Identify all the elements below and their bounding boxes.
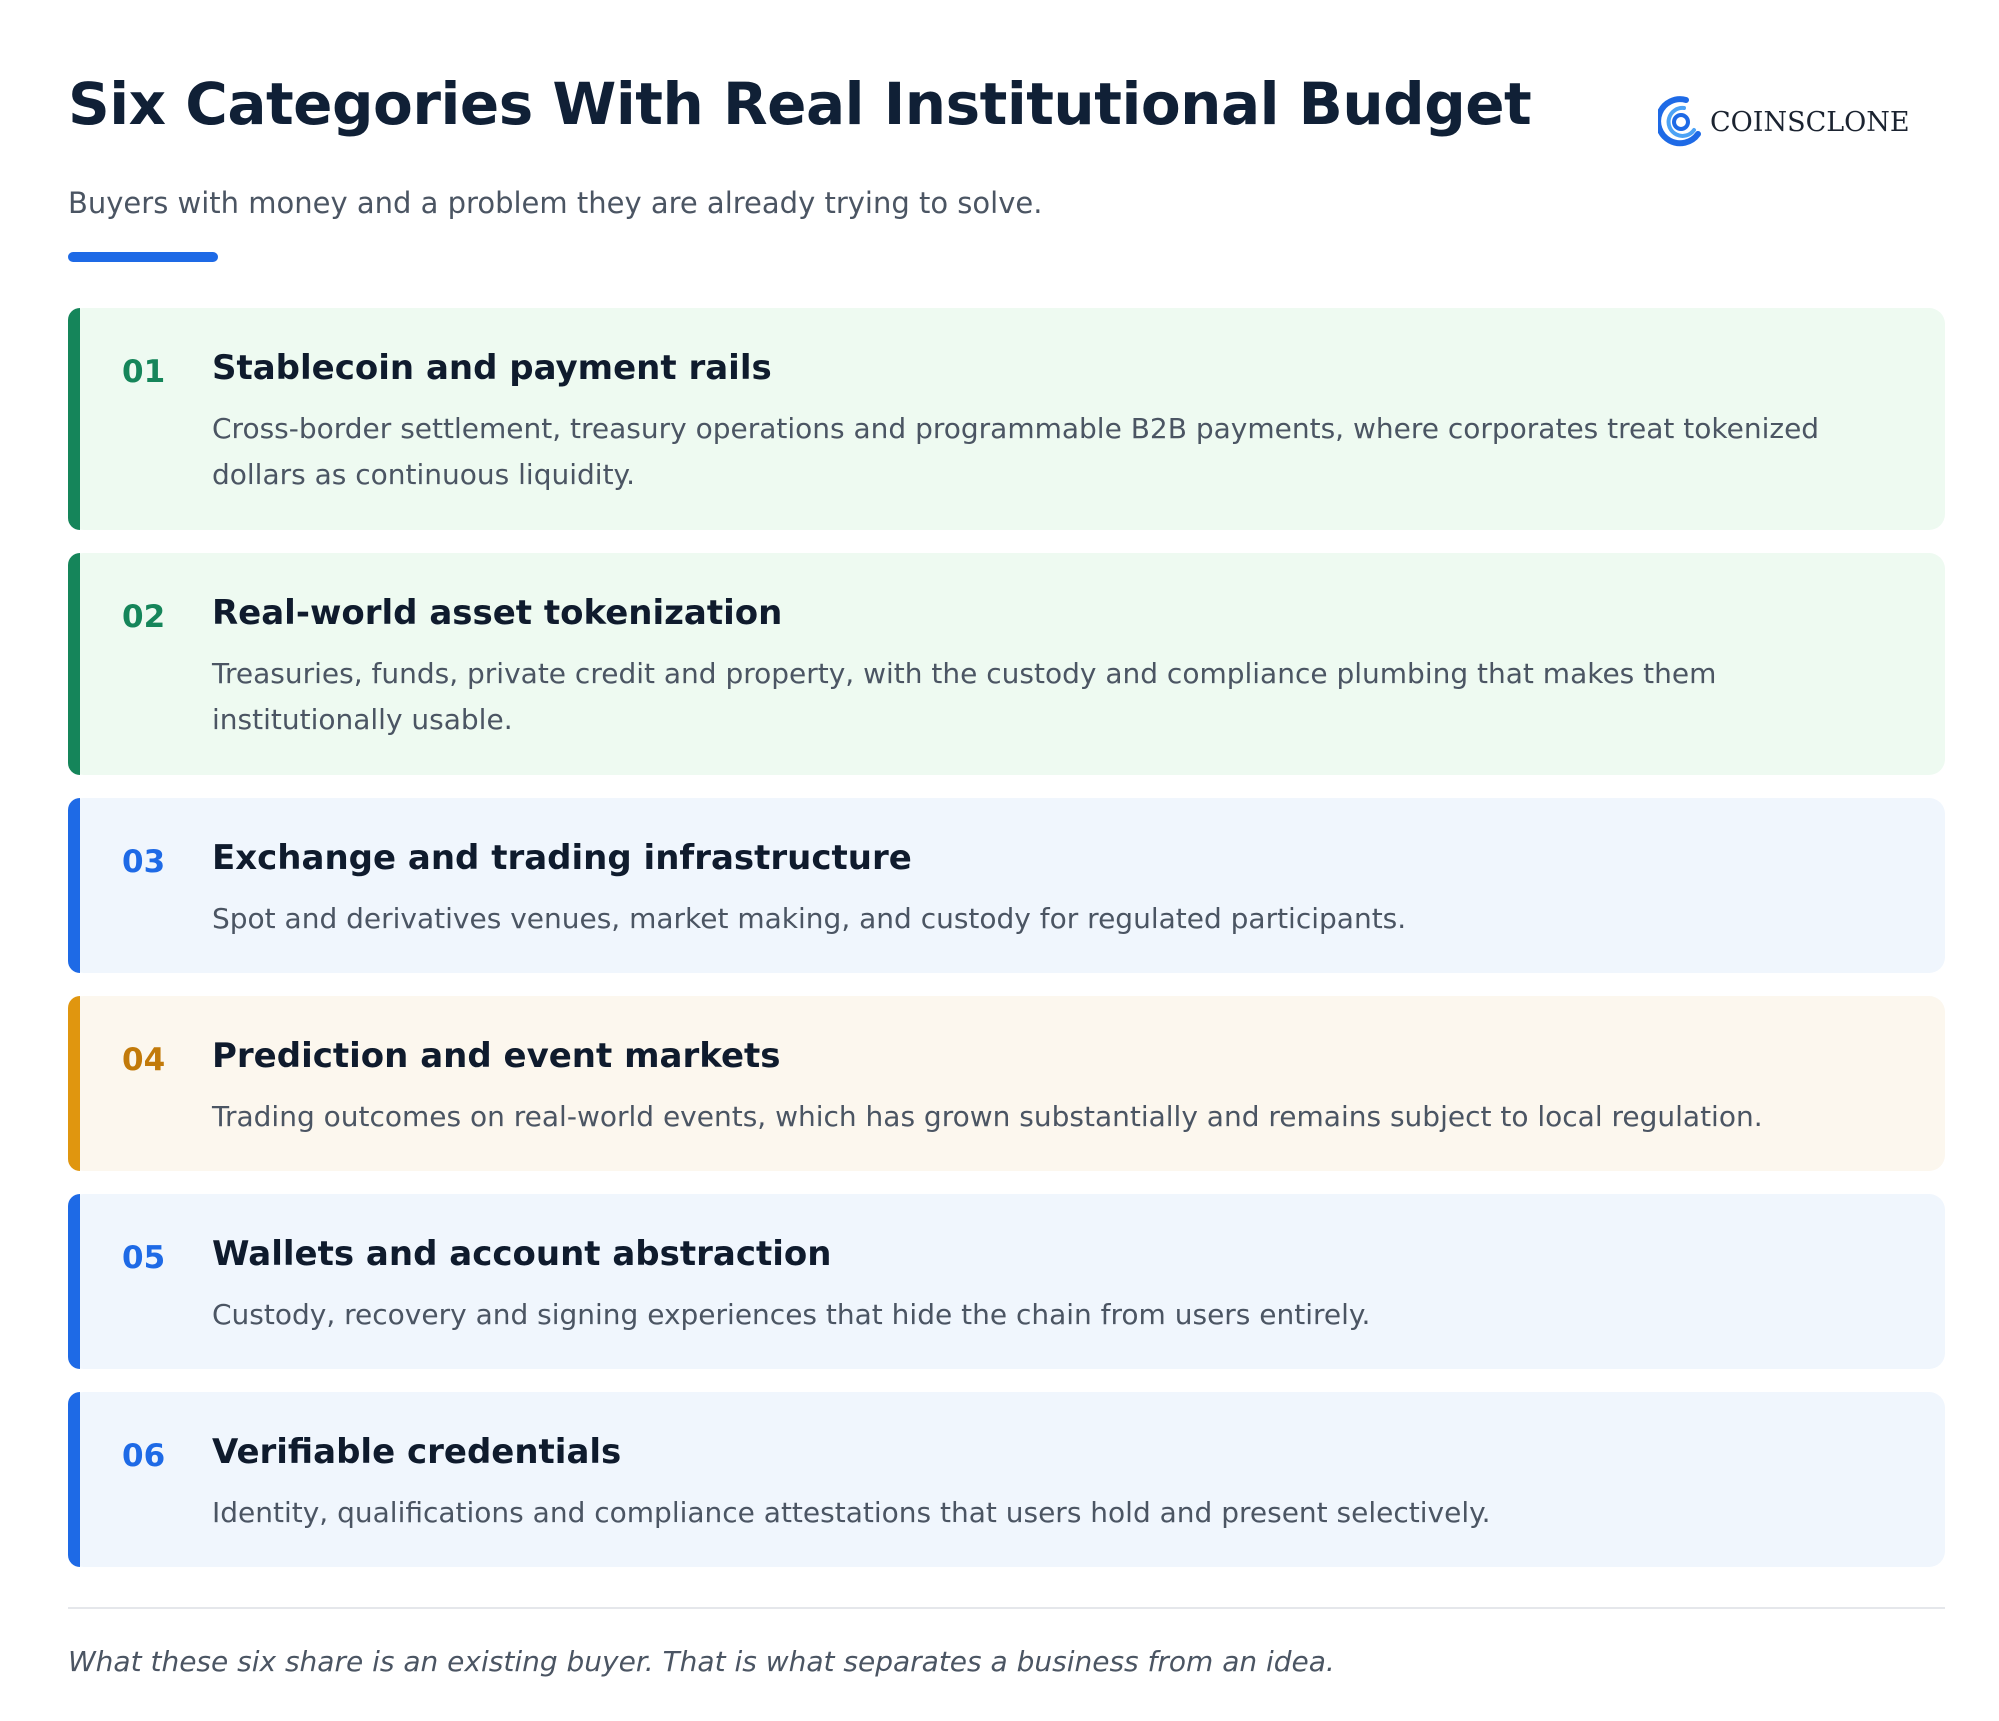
- category-description: Custody, recovery and signing experience…: [212, 1298, 1371, 1331]
- coinsclone-logo-icon: [1658, 96, 1701, 147]
- card-accent-stripe: [68, 308, 80, 530]
- category-card-prediction-markets: 04 Prediction and event markets Trading …: [68, 996, 1945, 1171]
- category-card-exchange-infrastructure: 03 Exchange and trading infrastructure S…: [68, 798, 1945, 973]
- category-number: 03: [122, 844, 166, 880]
- page-subtitle: Buyers with money and a problem they are…: [68, 186, 1043, 220]
- card-accent-stripe: [68, 1194, 80, 1369]
- category-title: Real-world asset tokenization: [212, 593, 783, 633]
- category-card-verifiable-credentials: 06 Verifiable credentials Identity, qual…: [68, 1392, 1945, 1567]
- category-title: Exchange and trading infrastructure: [212, 838, 912, 878]
- logo-text: COINSCLONE: [1710, 106, 1910, 138]
- footer-divider: [68, 1607, 1945, 1609]
- category-description: Cross-border settlement, treasury operat…: [212, 412, 1820, 491]
- category-card-wallets: 05 Wallets and account abstraction Custo…: [68, 1194, 1945, 1369]
- category-title: Stablecoin and payment rails: [212, 348, 772, 388]
- category-title: Prediction and event markets: [212, 1036, 781, 1076]
- category-description: Spot and derivatives venues, market maki…: [212, 902, 1407, 935]
- category-title: Verifiable credentials: [212, 1432, 622, 1472]
- category-card-rwa-tokenization: 02 Real-world asset tokenization Treasur…: [68, 553, 1945, 775]
- card-accent-stripe: [68, 1392, 80, 1567]
- card-accent-stripe: [68, 798, 80, 973]
- card-accent-stripe: [68, 553, 80, 775]
- category-number: 02: [122, 599, 166, 635]
- category-number: 06: [122, 1438, 166, 1474]
- category-description: Treasuries, funds, private credit and pr…: [212, 657, 1717, 736]
- title-accent-bar: [68, 252, 218, 262]
- card-accent-stripe: [68, 996, 80, 1171]
- category-title: Wallets and account abstraction: [212, 1234, 832, 1274]
- footer-note: What these six share is an existing buye…: [68, 1645, 1335, 1678]
- category-number: 01: [122, 354, 166, 390]
- page-title: Six Categories With Real Institutional B…: [68, 70, 1532, 138]
- category-description: Trading outcomes on real-world events, w…: [212, 1100, 1763, 1133]
- category-number: 05: [122, 1240, 166, 1276]
- brand-logo: COINSCLONE: [1658, 96, 1910, 148]
- category-card-stablecoin: 01 Stablecoin and payment rails Cross-bo…: [68, 308, 1945, 530]
- category-description: Identity, qualifications and compliance …: [212, 1496, 1491, 1529]
- category-number: 04: [122, 1042, 166, 1078]
